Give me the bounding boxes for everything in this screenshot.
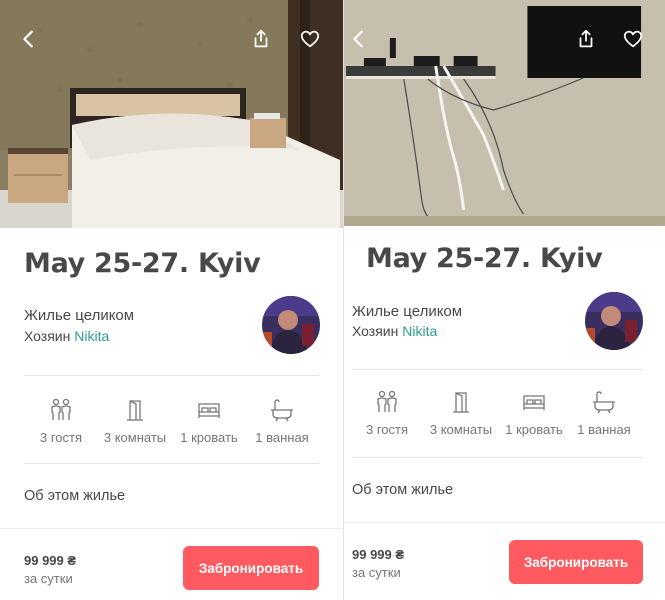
home-type-label: Жилье целиком bbox=[352, 303, 463, 320]
host-name-link[interactable]: Nikita bbox=[402, 323, 437, 339]
door-icon bbox=[102, 398, 168, 422]
amenity-bathrooms-label: 1 ванная bbox=[255, 430, 309, 445]
amenity-guests-label: 3 гостя bbox=[365, 422, 409, 437]
listing-screen-right: May 25-27. Kyiv Жилье целиком Хозяин Nik… bbox=[343, 0, 665, 600]
host-line: Хозяин Nikita bbox=[24, 328, 109, 344]
share-icon bbox=[254, 29, 268, 48]
amenity-beds-label: 1 кровать bbox=[505, 422, 563, 437]
amenity-rooms: 3 комнаты bbox=[102, 398, 168, 445]
save-favorite-button[interactable] bbox=[622, 28, 648, 54]
booking-bar: 99 999 ₴ за сутки Забронировать bbox=[344, 522, 665, 600]
reserve-button[interactable]: Забронировать bbox=[509, 540, 643, 584]
bed-icon bbox=[178, 398, 240, 422]
bathtub-icon bbox=[255, 398, 309, 422]
listing-title: May 25-27. Kyiv bbox=[366, 243, 603, 274]
amenity-beds: 1 кровать bbox=[503, 390, 565, 437]
guests-icon bbox=[362, 390, 412, 414]
amenity-bathrooms: 1 ванная bbox=[255, 398, 309, 445]
chevron-left-icon bbox=[353, 30, 363, 48]
amenity-rooms-label: 3 комнаты bbox=[103, 430, 167, 445]
amenity-beds: 1 кровать bbox=[178, 398, 240, 445]
booking-bar: 99 999 ₴ за сутки Забронировать bbox=[0, 528, 343, 600]
price-unit: за сутки bbox=[352, 565, 401, 580]
amenity-guests: 3 гостя bbox=[362, 390, 412, 437]
price-value: 99 999 ₴ bbox=[352, 547, 405, 562]
divider bbox=[24, 375, 319, 376]
host-avatar[interactable] bbox=[585, 292, 643, 350]
listing-title: May 25-27. Kyiv bbox=[24, 248, 261, 279]
amenity-bathrooms: 1 ванная bbox=[577, 390, 631, 437]
share-icon bbox=[579, 29, 593, 48]
amenity-guests-label: 3 гостя bbox=[39, 430, 83, 445]
amenity-rooms: 3 комнаты bbox=[428, 390, 494, 437]
host-line: Хозяин Nikita bbox=[352, 323, 437, 339]
reserve-button[interactable]: Забронировать bbox=[183, 546, 319, 590]
back-button[interactable] bbox=[348, 28, 374, 54]
save-favorite-button[interactable] bbox=[299, 28, 325, 54]
guests-icon bbox=[36, 398, 86, 422]
amenity-rooms-label: 3 комнаты bbox=[429, 422, 493, 437]
divider bbox=[24, 463, 319, 464]
back-button[interactable] bbox=[18, 28, 44, 54]
amenity-beds-label: 1 кровать bbox=[180, 430, 238, 445]
price-unit: за сутки bbox=[24, 571, 73, 586]
listing-photo-tv-wall[interactable] bbox=[344, 0, 665, 226]
bed-icon bbox=[503, 390, 565, 414]
bathtub-icon bbox=[577, 390, 631, 414]
heart-icon bbox=[300, 30, 320, 48]
host-avatar[interactable] bbox=[262, 296, 320, 354]
amenity-guests: 3 гостя bbox=[36, 398, 86, 445]
price-value: 99 999 ₴ bbox=[24, 553, 77, 568]
heart-icon bbox=[623, 30, 643, 48]
listing-photo-bedroom[interactable] bbox=[0, 0, 343, 228]
listing-screen-left: May 25-27. Kyiv Жилье целиком Хозяин Nik… bbox=[0, 0, 343, 600]
chevron-left-icon bbox=[23, 30, 33, 48]
host-prefix: Хозяин bbox=[352, 323, 403, 339]
amenity-bathrooms-label: 1 ванная bbox=[577, 422, 631, 437]
about-listing-link[interactable]: Об этом жилье bbox=[24, 488, 125, 504]
share-button[interactable] bbox=[250, 28, 276, 54]
host-name-link[interactable]: Nikita bbox=[74, 328, 109, 344]
home-type-label: Жилье целиком bbox=[24, 307, 135, 324]
divider bbox=[352, 369, 643, 370]
host-prefix: Хозяин bbox=[24, 328, 75, 344]
door-icon bbox=[428, 390, 494, 414]
about-listing-link[interactable]: Об этом жилье bbox=[352, 482, 453, 498]
divider bbox=[352, 457, 643, 458]
share-button[interactable] bbox=[575, 28, 601, 54]
